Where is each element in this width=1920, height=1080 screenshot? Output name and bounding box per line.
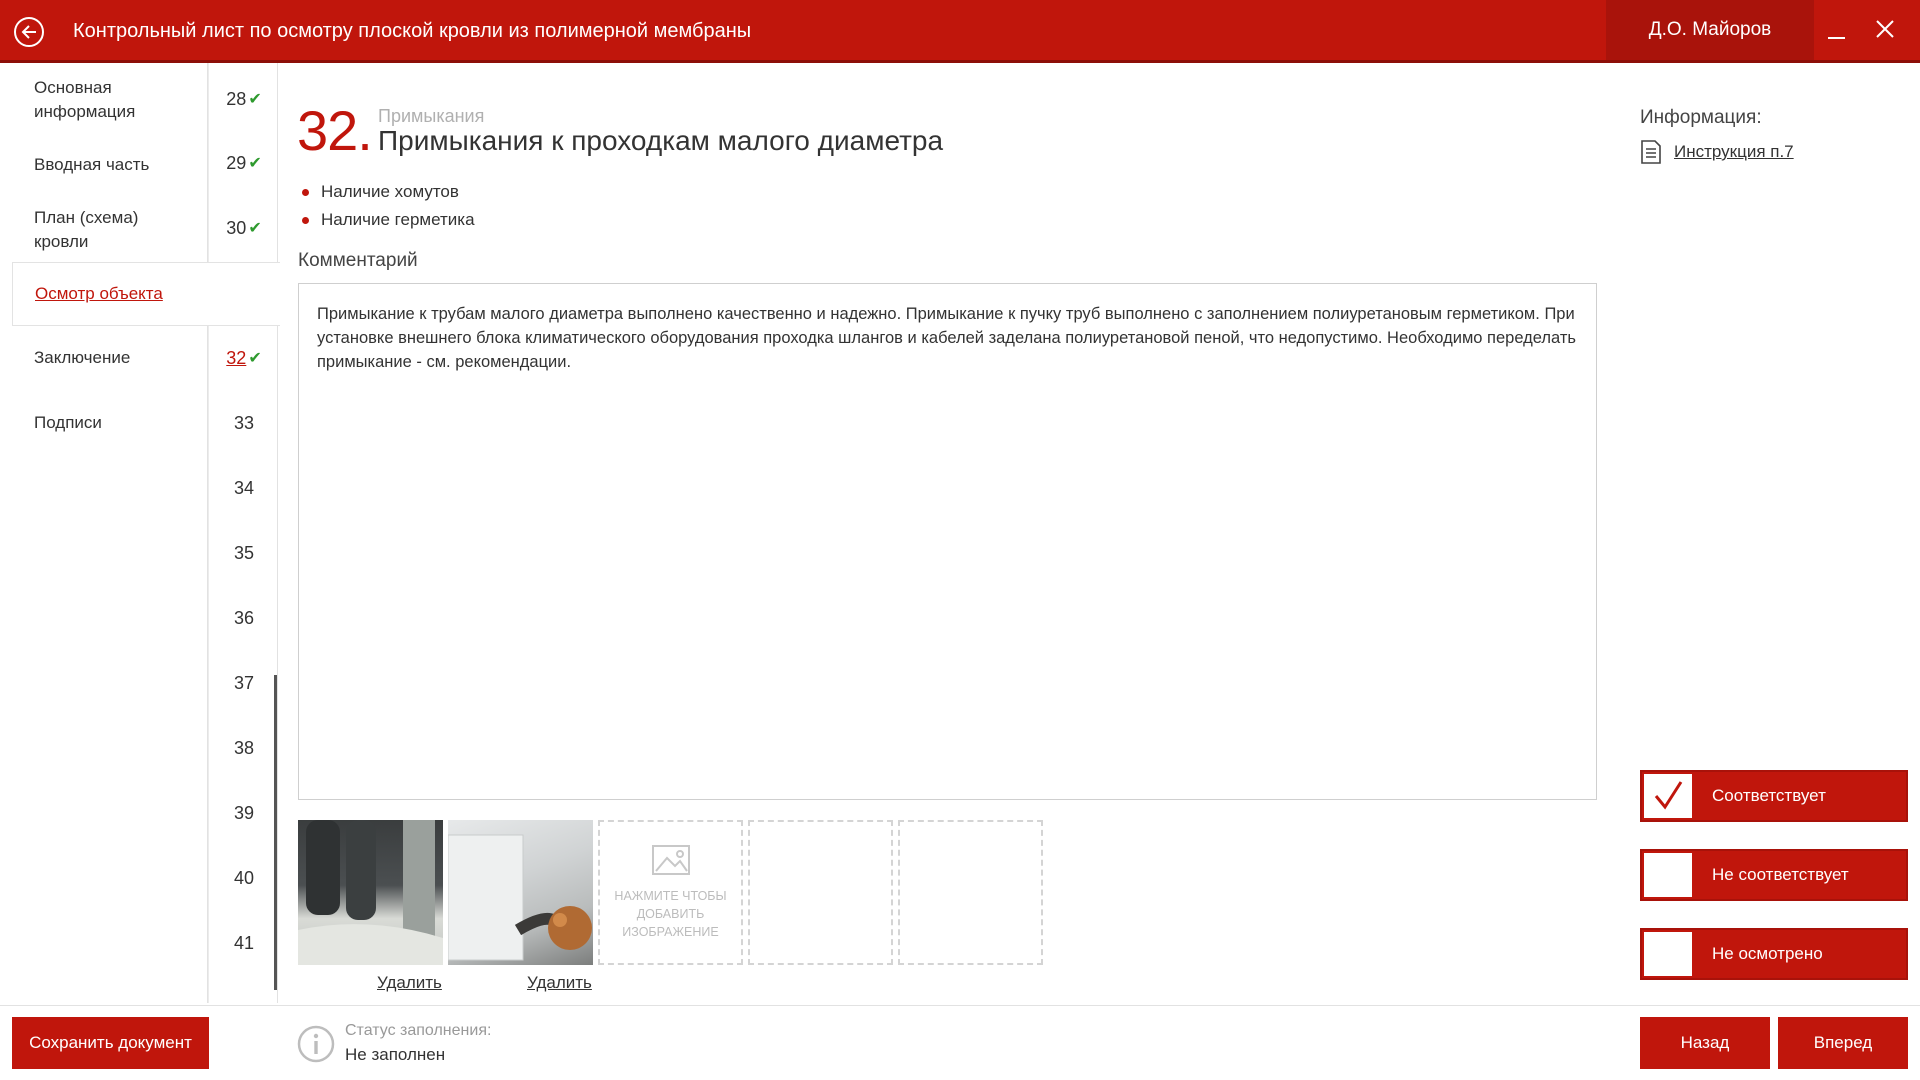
photo-thumbnail[interactable] <box>448 820 593 965</box>
criteria-item: Наличие герметика <box>302 206 475 234</box>
divider <box>277 63 278 1003</box>
question-title: Примыкания к проходкам малого диаметра <box>378 125 944 156</box>
criteria-text: Наличие герметика <box>321 210 475 229</box>
question-number-list: 28✔ 29✔ 30✔ 31✔ 32✔ 33 34 35 36 37 38 39… <box>208 63 278 1003</box>
question-number: 38 <box>233 737 255 758</box>
info-label: Информация: <box>1640 107 1762 128</box>
title-bar: Контрольный лист по осмотру плоской кров… <box>0 0 1920 63</box>
check-icon: ✔ <box>248 91 262 108</box>
question-number: 34 <box>233 477 255 498</box>
question-number: 30 <box>226 217 247 238</box>
checkbox[interactable] <box>1644 774 1692 818</box>
minimize-icon[interactable] <box>1822 14 1852 44</box>
question-number-item[interactable]: 37 <box>209 651 279 715</box>
nav-item-label: Основная информация <box>34 78 136 121</box>
save-document-button[interactable]: Сохранить документ <box>12 1017 209 1069</box>
instruction-link[interactable]: Инструкция п.7 <box>1674 142 1794 162</box>
criteria-list: Наличие хомутов Наличие герметика <box>302 178 475 234</box>
comment-textarea[interactable]: Примыкание к трубам малого диаметра выпо… <box>298 283 1597 800</box>
back-arrow-icon[interactable] <box>14 17 44 47</box>
delete-photo-link[interactable]: Удалить <box>377 973 442 993</box>
empty-image-slot[interactable] <box>898 820 1043 965</box>
question-number-item[interactable]: 29 ✔ <box>209 131 279 195</box>
question-number-item[interactable]: 28 ✔ <box>209 67 279 131</box>
status-label: Не осмотрено <box>1712 944 1823 963</box>
document-icon <box>1641 140 1661 164</box>
image-icon <box>652 845 690 875</box>
question-number-item[interactable]: 41 <box>209 911 279 975</box>
add-image-text: НАЖМИТЕ ЧТОБЫ ДОБАВИТЬ ИЗОБРАЖЕНИЕ <box>614 889 727 939</box>
question-number: 40 <box>233 867 255 888</box>
question-number-item[interactable]: 36 <box>209 586 279 650</box>
add-image-slot[interactable]: НАЖМИТЕ ЧТОБЫ ДОБАВИТЬ ИЗОБРАЖЕНИЕ <box>598 820 743 965</box>
nav-item-conclusion[interactable]: Заключение <box>12 326 208 390</box>
info-icon <box>297 1025 335 1063</box>
question-number-item[interactable]: 33 <box>209 391 279 455</box>
user-name[interactable]: Д.О. Майоров <box>1606 0 1814 60</box>
criteria-item: Наличие хомутов <box>302 178 475 206</box>
checkmark-icon <box>1654 781 1683 810</box>
criteria-text: Наличие хомутов <box>321 182 459 201</box>
question-number-item[interactable]: 35 <box>209 521 279 585</box>
question-number: 36 <box>233 607 255 628</box>
nav-item-label: Вводная часть <box>34 155 150 174</box>
question-number-item[interactable]: 34 <box>209 456 279 520</box>
footer-divider <box>0 1005 1920 1006</box>
forward-button[interactable]: Вперед <box>1778 1017 1908 1069</box>
checkbox[interactable] <box>1644 853 1692 897</box>
nav-item-label: План (схема) кровли <box>34 208 139 251</box>
question-number-item[interactable]: 39 <box>209 781 279 845</box>
fill-status-label: Статус заполнения: <box>345 1022 492 1039</box>
app-title: Контрольный лист по осмотру плоской кров… <box>73 20 752 42</box>
section-nav: Основная информация Вводная часть План (… <box>12 63 280 1003</box>
bullet-icon <box>302 216 309 224</box>
question-number: 35 <box>233 542 255 563</box>
question-number: 28 <box>226 88 247 109</box>
fill-status-value: Не заполнен <box>345 1045 446 1064</box>
question-number-item[interactable]: 40 <box>209 846 279 910</box>
question-number: 32 <box>226 347 247 368</box>
question-number: 29 <box>226 152 247 173</box>
status-compliant-button[interactable]: Соответствует <box>1640 770 1908 822</box>
question-number: 39 <box>233 802 255 823</box>
nav-item-label: Подписи <box>34 413 102 432</box>
check-icon: ✔ <box>248 350 262 367</box>
status-not-inspected-button[interactable]: Не осмотрено <box>1640 928 1908 980</box>
question-category: Примыкания <box>378 106 485 126</box>
status-label: Соответствует <box>1712 786 1826 805</box>
nav-item-roof-plan[interactable]: План (схема) кровли <box>12 197 208 263</box>
nav-item-intro[interactable]: Вводная часть <box>12 133 208 197</box>
close-icon[interactable] <box>1870 14 1900 44</box>
nav-item-signatures[interactable]: Подписи <box>12 391 208 455</box>
status-label: Не соответствует <box>1712 865 1849 884</box>
question-number-item[interactable]: 30 ✔ <box>209 196 279 260</box>
check-icon: ✔ <box>248 155 262 172</box>
photo-thumbnail[interactable] <box>298 820 443 965</box>
question-number: 33 <box>233 412 255 433</box>
question-number-large: 32. <box>297 99 373 162</box>
empty-image-slot[interactable] <box>748 820 893 965</box>
scrollbar[interactable] <box>274 675 277 990</box>
question-number: 37 <box>233 672 255 693</box>
delete-photo-link[interactable]: Удалить <box>527 973 592 993</box>
nav-item-label: Осмотр объекта <box>35 284 163 303</box>
comment-label: Комментарий <box>298 250 418 271</box>
nav-item-label: Заключение <box>34 348 131 367</box>
nav-item-main-info[interactable]: Основная информация <box>12 67 208 133</box>
question-number: 41 <box>233 932 255 953</box>
question-number-item[interactable]: 38 <box>209 716 279 780</box>
back-button[interactable]: Назад <box>1640 1017 1770 1069</box>
bullet-icon <box>302 188 309 196</box>
nav-item-inspection[interactable]: Осмотр объекта <box>12 262 280 326</box>
check-icon: ✔ <box>248 220 262 237</box>
question-number-item-current[interactable]: 32 ✔ <box>209 326 279 390</box>
status-noncompliant-button[interactable]: Не соответствует <box>1640 849 1908 901</box>
checkbox[interactable] <box>1644 932 1692 976</box>
